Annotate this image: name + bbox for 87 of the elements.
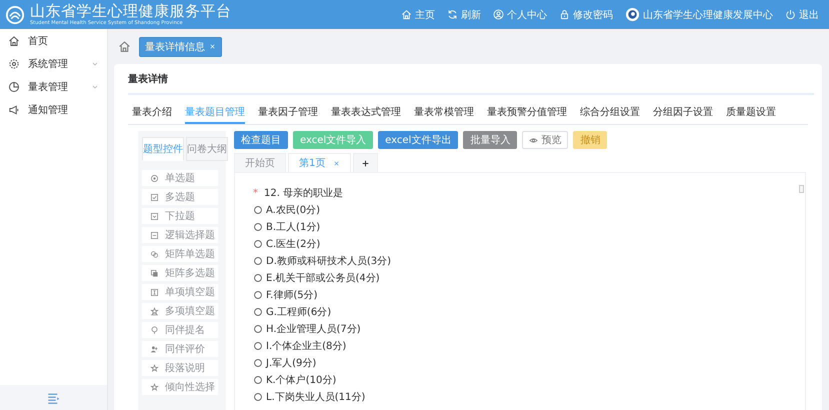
control-item[interactable]: 多项填空题: [142, 303, 218, 319]
radio-option[interactable]: G.工程师(6分): [253, 306, 805, 318]
control-item[interactable]: 单项填空题: [142, 284, 218, 300]
sidebar-item[interactable]: 系统管理: [0, 52, 107, 75]
control-item[interactable]: 下拉题: [142, 208, 218, 224]
text-field-icon: [150, 288, 159, 296]
site-title: 山东省学生心理健康服务平台: [30, 3, 232, 20]
tab[interactable]: 问卷大纲: [186, 137, 228, 161]
star-icon: [150, 364, 159, 372]
tab[interactable]: 量表表达式管理: [331, 103, 401, 124]
radio-icon: [150, 174, 159, 182]
control-item[interactable]: 多选题: [142, 189, 218, 205]
nav-link[interactable]: 退出: [785, 8, 819, 22]
user-icon: [493, 9, 504, 20]
copy-icon: [150, 268, 159, 278]
megaphone-icon: [8, 104, 20, 116]
nav-link[interactable]: 刷新: [447, 8, 481, 22]
radio-option[interactable]: H.企业管理人员(7分): [253, 323, 805, 335]
sidebar-item[interactable]: 通知管理: [0, 98, 107, 121]
menu-icon: [47, 392, 60, 404]
radio-option[interactable]: I.个体企业主(8分): [253, 340, 805, 352]
required-mark: *: [253, 188, 258, 198]
gear-icon: [8, 58, 20, 70]
card-title: 量表详情: [128, 64, 814, 95]
toolbar-button[interactable]: 检查题目: [234, 131, 288, 149]
tab[interactable]: 量表常模管理: [414, 103, 474, 124]
nav-link[interactable]: 修改密码: [559, 8, 613, 22]
tab[interactable]: 量表预警分值管理: [487, 103, 567, 124]
sidebar-item[interactable]: 量表管理: [0, 75, 107, 98]
star-field-icon: [150, 306, 159, 316]
radio-option[interactable]: K.个体户(10分): [253, 374, 805, 386]
control-item[interactable]: 倾向性选择: [142, 379, 218, 395]
tab[interactable]: 量表介绍: [132, 103, 172, 124]
control-item[interactable]: 矩阵多选题: [142, 265, 218, 281]
control-item[interactable]: 单选题: [142, 170, 218, 186]
radio-option[interactable]: L.下岗失业人员(11分): [253, 391, 805, 403]
close-icon: [209, 43, 216, 50]
circles-icon: [150, 250, 159, 258]
control-item[interactable]: 同伴评价: [142, 341, 218, 357]
question-title: 12. 母亲的职业是: [264, 186, 344, 200]
tab[interactable]: 分组因子设置: [653, 103, 713, 124]
tab[interactable]: 题型控件: [142, 137, 184, 161]
page-tag[interactable]: 量表详情信息: [139, 36, 222, 56]
power-icon: [785, 9, 796, 20]
radio-option[interactable]: E.机关干部或公务员(4分): [253, 272, 805, 284]
sidebar-item[interactable]: 首页: [0, 29, 107, 52]
radio-option[interactable]: C.医生(2分): [253, 238, 805, 250]
tab[interactable]: 综合分组设置: [580, 103, 640, 124]
preview-button[interactable]: 预览: [522, 131, 568, 149]
dropdown-icon: [150, 212, 159, 220]
control-item[interactable]: 逻辑选择题: [142, 227, 218, 243]
radio-option[interactable]: B.工人(1分): [253, 221, 805, 233]
clock-icon: [8, 80, 20, 92]
home-icon: [401, 9, 412, 20]
toolbar-button[interactable]: 批量导入: [463, 131, 518, 149]
control-item[interactable]: 矩阵单选题: [142, 246, 218, 262]
toolbar-button[interactable]: excel文件导出: [378, 131, 458, 149]
nav-link[interactable]: 主页: [401, 8, 435, 22]
checkbox-icon: [150, 192, 159, 202]
tab[interactable]: 质量题设置: [726, 103, 776, 124]
radio-option[interactable]: J.军人(9分): [253, 357, 805, 369]
tab[interactable]: 量表因子管理: [258, 103, 318, 124]
plus-icon: [361, 158, 370, 168]
refresh-icon: [447, 9, 458, 20]
control-item[interactable]: 同伴提名: [142, 322, 218, 338]
logo-icon: [625, 7, 640, 22]
toolbar-button[interactable]: 撤销: [573, 131, 608, 149]
minus-square-icon: [150, 230, 159, 240]
radio-option[interactable]: F.律师(5分): [253, 289, 805, 301]
add-page-button[interactable]: [353, 153, 378, 172]
nav-link[interactable]: 个人中心: [493, 8, 547, 22]
radio-option[interactable]: D.教师或科研技术人员(3分): [253, 255, 805, 267]
eye-icon: [529, 136, 538, 144]
control-item[interactable]: 段落说明: [142, 360, 218, 376]
home-icon: [8, 34, 20, 46]
page-tab[interactable]: 开始页: [234, 153, 286, 172]
star-icon: [150, 382, 159, 392]
tab[interactable]: 量表题目管理: [185, 103, 245, 124]
people-icon: [150, 344, 159, 354]
page-tab[interactable]: 第1页: [288, 153, 352, 172]
toolbar-button[interactable]: excel文件导入: [293, 131, 374, 149]
nav-link[interactable]: 山东省学生心理健康发展中心: [625, 7, 773, 22]
lock-icon: [559, 9, 570, 20]
radio-option[interactable]: A.农民(0分): [253, 204, 805, 216]
home-icon: [118, 40, 131, 53]
pin-icon: [150, 326, 159, 334]
emblem-icon: [5, 4, 25, 24]
